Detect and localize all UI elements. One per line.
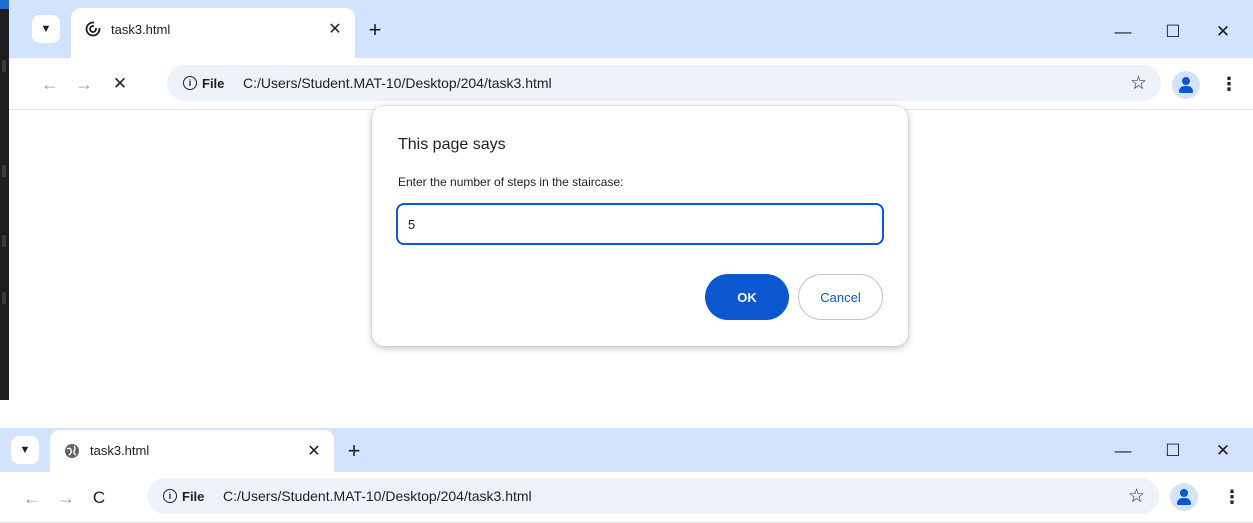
browser-toolbar: ← → ✕ i File C:/Users/Student.MAT-10/Des… <box>9 58 1253 110</box>
ok-button[interactable]: OK <box>705 274 789 320</box>
kebab-menu-icon[interactable]: ⋮ <box>1222 483 1242 511</box>
chip-label: File <box>182 488 205 504</box>
url-text[interactable]: C:/Users/Student.MAT-10/Desktop/204/task… <box>223 488 532 504</box>
tab-title: task3.html <box>90 443 150 458</box>
minimize-button[interactable]: — <box>1103 437 1143 465</box>
browser-window-bottom: ▼ task3.html ✕ + — ☐ ✕ ← → C i File C:/U… <box>0 428 1253 523</box>
stop-loading-button[interactable]: ✕ <box>106 70 134 98</box>
site-info-chip[interactable]: i File <box>177 72 232 94</box>
tab-close-icon[interactable]: ✕ <box>304 441 324 461</box>
chevron-down-icon: ▼ <box>40 23 52 35</box>
chevron-down-icon: ▼ <box>19 444 31 456</box>
browser-window-top: ▼ task3.html ✕ + — ☐ ✕ ← → ✕ i File C:/U… <box>9 0 1253 400</box>
new-tab-button[interactable]: + <box>340 437 368 465</box>
editor-icon <box>2 60 6 72</box>
tab-close-icon[interactable]: ✕ <box>325 19 345 39</box>
dialog-message: Enter the number of steps in the stairca… <box>398 175 624 189</box>
info-icon: i <box>183 76 197 90</box>
kebab-menu-icon[interactable]: ⋮ <box>1219 70 1239 98</box>
back-button[interactable]: ← <box>36 70 64 98</box>
profile-icon[interactable] <box>1170 483 1198 511</box>
profile-body <box>1177 498 1191 505</box>
browser-toolbar: ← → C i File C:/Users/Student.MAT-10/Des… <box>0 472 1253 523</box>
cancel-button[interactable]: Cancel <box>798 274 883 320</box>
maximize-button[interactable]: ☐ <box>1153 437 1193 465</box>
profile-body <box>1179 86 1193 93</box>
tab-title: task3.html <box>111 22 171 37</box>
prompt-input[interactable] <box>396 203 884 245</box>
tab-task3[interactable]: task3.html ✕ <box>50 430 334 472</box>
new-tab-button[interactable]: + <box>361 16 389 44</box>
url-text[interactable]: C:/Users/Student.MAT-10/Desktop/204/task… <box>243 75 552 91</box>
side-editor-strip <box>0 0 9 400</box>
prompt-dialog: This page says Enter the number of steps… <box>372 106 908 346</box>
close-window-button[interactable]: ✕ <box>1203 437 1243 465</box>
tab-strip: ▼ task3.html ✕ + — ☐ ✕ <box>9 0 1253 58</box>
profile-head <box>1182 77 1190 85</box>
tab-search-button[interactable]: ▼ <box>11 436 39 464</box>
address-bar[interactable]: i File C:/Users/Student.MAT-10/Desktop/2… <box>167 65 1161 101</box>
minimize-button[interactable]: — <box>1103 18 1143 46</box>
info-icon: i <box>163 489 177 503</box>
reload-button[interactable]: C <box>85 484 113 512</box>
editor-accent-mark <box>0 0 9 9</box>
tab-search-button[interactable]: ▼ <box>32 15 60 43</box>
maximize-button[interactable]: ☐ <box>1153 18 1193 46</box>
loading-spinner-icon <box>85 21 101 37</box>
tab-strip: ▼ task3.html ✕ + — ☐ ✕ <box>0 428 1253 472</box>
forward-button[interactable]: → <box>52 484 80 512</box>
site-info-chip[interactable]: i File <box>157 485 212 507</box>
editor-icon <box>2 235 6 247</box>
star-icon[interactable]: ☆ <box>1128 485 1145 508</box>
globe-icon <box>65 444 79 458</box>
profile-icon[interactable] <box>1172 71 1200 99</box>
address-bar[interactable]: i File C:/Users/Student.MAT-10/Desktop/2… <box>147 478 1159 514</box>
forward-button[interactable]: → <box>70 70 98 98</box>
editor-icon <box>2 292 6 304</box>
editor-icon <box>2 165 6 177</box>
close-window-button[interactable]: ✕ <box>1203 18 1243 46</box>
tab-task3[interactable]: task3.html ✕ <box>71 8 355 58</box>
profile-head <box>1180 489 1188 497</box>
dialog-title: This page says <box>398 136 506 153</box>
star-icon[interactable]: ☆ <box>1130 72 1147 95</box>
back-button[interactable]: ← <box>18 484 46 512</box>
chip-label: File <box>202 75 225 91</box>
